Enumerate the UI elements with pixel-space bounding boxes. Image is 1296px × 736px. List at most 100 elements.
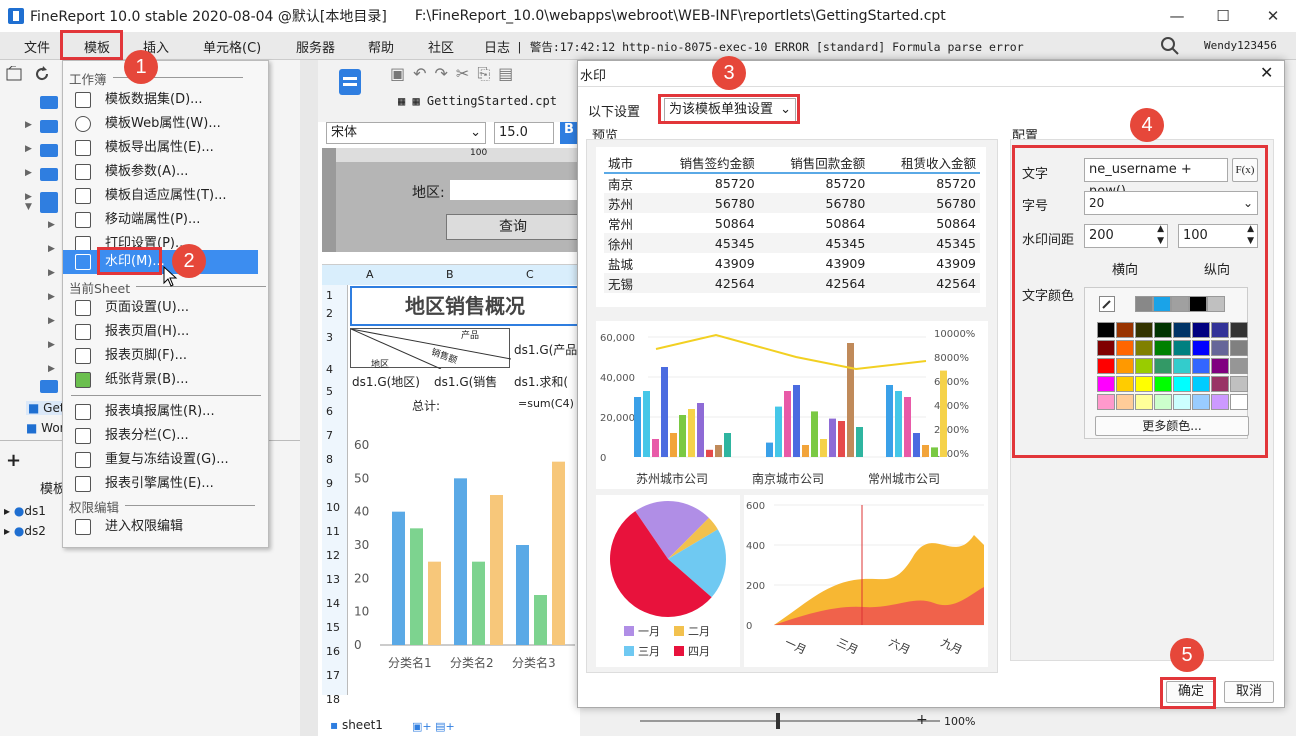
cell-total[interactable]: 总计:: [412, 397, 440, 414]
tree-item-file[interactable]: ■ Get: [26, 401, 67, 415]
new-folder-icon[interactable]: [6, 66, 24, 82]
menu-item-page-setup[interactable]: 页面设置(U)...: [75, 297, 265, 319]
bar[interactable]: [472, 561, 485, 645]
bar[interactable]: [534, 595, 547, 645]
expand-arrow-icon[interactable]: ▶: [48, 292, 55, 302]
cell-c3[interactable]: ds1.G(产品: [514, 341, 577, 358]
add-sheet-icon[interactable]: ▣+ ▤+: [412, 720, 455, 733]
col-header[interactable]: A: [366, 268, 374, 281]
menu-item-fill-attr[interactable]: 报表填报属性(R)...: [75, 401, 265, 423]
close-button[interactable]: ✕: [1250, 0, 1296, 32]
bar[interactable]: [516, 545, 529, 645]
row-header[interactable]: 5: [326, 385, 333, 398]
menu-item-datasets[interactable]: 模板数据集(D)...: [75, 89, 265, 111]
row-header[interactable]: 11: [326, 525, 340, 538]
maximize-button[interactable]: ☐: [1200, 0, 1246, 32]
query-button[interactable]: 查询: [446, 214, 580, 240]
folder-icon[interactable]: [40, 96, 58, 109]
folder-icon[interactable]: [40, 144, 58, 157]
expand-arrow-icon[interactable]: ▶: [48, 220, 55, 230]
expand-arrow-icon[interactable]: ▶: [48, 316, 55, 326]
menu-item-freeze[interactable]: 重复与冻结设置(G)...: [75, 449, 265, 471]
row-header[interactable]: 2: [326, 307, 333, 320]
search-icon[interactable]: [1160, 36, 1180, 56]
row-header[interactable]: 9: [326, 477, 333, 490]
row-header[interactable]: 10: [326, 501, 340, 514]
file-tab[interactable]: ▦ ▦ GettingStarted.cpt: [398, 94, 557, 108]
expand-arrow-icon[interactable]: ▶: [25, 144, 32, 154]
tree-item-file[interactable]: ■ Wor: [26, 421, 65, 435]
menu-log[interactable]: 日志: [484, 37, 510, 56]
row-header[interactable]: 8: [326, 453, 333, 466]
dataset-item[interactable]: ▸ ●ds1: [4, 504, 46, 518]
menu-item-footer[interactable]: 报表页脚(F)...: [75, 345, 265, 367]
menu-item-adaptive[interactable]: 模板自适应属性(T)...: [75, 185, 265, 207]
menu-help[interactable]: 帮助: [368, 37, 394, 56]
col-header[interactable]: C: [526, 268, 534, 281]
zoom-in-icon[interactable]: +: [916, 712, 928, 728]
header-diagonal-cell[interactable]: 产品 销售额 地区: [350, 328, 511, 370]
folder-icon[interactable]: [40, 120, 58, 133]
refresh-icon[interactable]: [34, 66, 50, 82]
zoom-slider-handle[interactable]: [776, 713, 780, 729]
folder-icon[interactable]: [40, 200, 58, 213]
font-select[interactable]: 宋体 ⌄: [326, 122, 486, 144]
bar[interactable]: [490, 495, 503, 645]
cell-a4[interactable]: ds1.G(地区): [352, 373, 420, 390]
menu-item-columns[interactable]: 报表分栏(C)...: [75, 425, 265, 447]
folder-icon[interactable]: [40, 168, 58, 181]
expand-arrow-icon[interactable]: ▶: [25, 120, 32, 130]
menu-item-background[interactable]: 纸张背景(B)...: [75, 369, 265, 391]
zoom-slider[interactable]: [640, 720, 940, 722]
menu-item-mobile[interactable]: 移动端属性(P)...: [75, 209, 265, 231]
expand-arrow-icon[interactable]: ▶: [48, 244, 55, 254]
row-header[interactable]: 3: [326, 331, 333, 344]
sheet-tab[interactable]: ▪ sheet1: [330, 718, 383, 732]
menu-item-permission[interactable]: 进入权限编辑: [75, 516, 265, 538]
region-input[interactable]: [450, 180, 580, 200]
menu-item-engine[interactable]: 报表引擎属性(E)...: [75, 473, 265, 495]
user-name[interactable]: Wendy123456: [1204, 39, 1277, 52]
bold-button[interactable]: B: [560, 122, 578, 144]
expand-arrow-icon[interactable]: ▶: [25, 192, 32, 202]
cell-sum[interactable]: =sum(C4): [518, 397, 574, 410]
minimize-button[interactable]: —: [1154, 0, 1200, 32]
toolbar-icons[interactable]: ▣↶↷✂⎘▤: [390, 64, 521, 84]
row-header[interactable]: 17: [326, 669, 340, 682]
cancel-button[interactable]: 取消: [1224, 681, 1274, 703]
row-header[interactable]: 4: [326, 363, 333, 376]
bar[interactable]: [454, 478, 467, 645]
menu-file[interactable]: 文件: [24, 37, 50, 56]
template-icon[interactable]: [338, 68, 362, 98]
bar[interactable]: [392, 511, 405, 645]
title-cell[interactable]: 地区销售概况: [350, 286, 580, 326]
row-header[interactable]: 15: [326, 621, 340, 634]
cell-b4[interactable]: ds1.G(销售: [434, 373, 497, 390]
row-header[interactable]: 1: [326, 289, 333, 302]
row-header[interactable]: 7: [326, 429, 333, 442]
menu-community[interactable]: 社区: [428, 37, 454, 56]
row-header[interactable]: 12: [326, 549, 340, 562]
dialog-close-icon[interactable]: ✕: [1260, 63, 1273, 82]
cell-c4[interactable]: ds1.求和(: [514, 373, 568, 390]
bar[interactable]: [428, 561, 441, 645]
font-size-select[interactable]: 15.0: [494, 122, 554, 144]
col-header[interactable]: B: [446, 268, 454, 281]
menu-server[interactable]: 服务器: [296, 37, 335, 56]
folder-icon[interactable]: [40, 380, 58, 393]
dataset-item[interactable]: ▸ ●ds2: [4, 524, 46, 538]
add-dataset-icon[interactable]: +: [6, 450, 21, 471]
expand-arrow-icon[interactable]: ▶: [48, 340, 55, 350]
expand-arrow-icon[interactable]: ▶: [25, 168, 32, 178]
vertical-scrollbar[interactable]: [300, 60, 318, 736]
row-header[interactable]: 6: [326, 405, 333, 418]
row-header[interactable]: 13: [326, 573, 340, 586]
row-header[interactable]: 16: [326, 645, 340, 658]
menu-cell[interactable]: 单元格(C): [203, 37, 261, 56]
row-header[interactable]: 14: [326, 597, 340, 610]
row-header[interactable]: 18: [326, 693, 340, 706]
collapse-arrow-icon[interactable]: ▼: [25, 202, 32, 212]
bar[interactable]: [552, 461, 565, 645]
menu-item-web-attr[interactable]: 模板Web属性(W)...: [75, 113, 265, 135]
bar[interactable]: [410, 528, 423, 645]
